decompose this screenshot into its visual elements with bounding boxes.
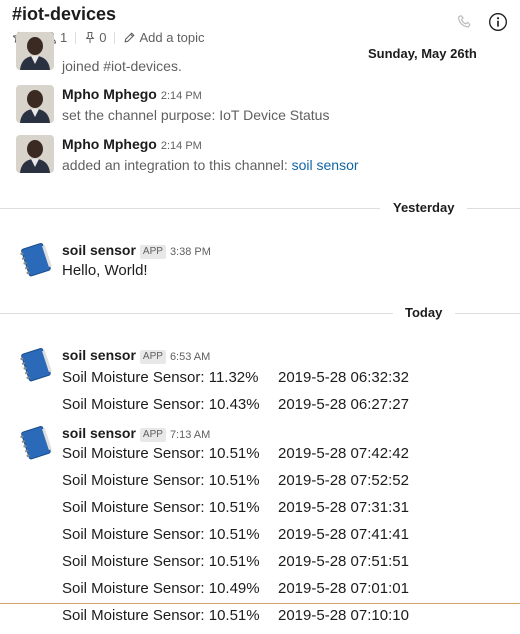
new-messages-line	[0, 603, 520, 604]
integration-link[interactable]: soil sensor	[292, 157, 359, 173]
date-label: Yesterday	[393, 200, 455, 215]
app-badge: APP	[139, 350, 166, 364]
reading-line: Soil Moisture Sensor: 10.43% 2019-5-28 06…	[62, 396, 409, 413]
reading-line: Soil Moisture Sensor: 10.49% 2019-5-28 07…	[62, 580, 409, 597]
reading-timestamp: 2019-5-28 06:32:32	[278, 369, 409, 386]
reading-line: Soil Moisture Sensor: 10.51% 2019-5-28 07…	[62, 607, 409, 624]
reading-line: Soil Moisture Sensor: 10.51% 2019-5-28 07…	[62, 445, 409, 462]
reading-value: Soil Moisture Sensor: 10.51%	[62, 445, 260, 462]
header-actions	[456, 12, 508, 37]
message-text: Hello, World!	[62, 262, 148, 279]
reading-value: Soil Moisture Sensor: 10.43%	[62, 396, 260, 413]
message-author[interactable]: soil sensor APP 3:38 PM	[62, 242, 211, 259]
message-text: joined #iot-devices.	[62, 58, 182, 74]
reading-timestamp: 2019-5-28 07:51:51	[278, 553, 409, 570]
divider-line	[467, 208, 520, 209]
user-avatar[interactable]	[16, 32, 54, 70]
reading-timestamp: 2019-5-28 07:10:10	[278, 607, 409, 624]
reading-value: Soil Moisture Sensor: 11.32%	[62, 369, 259, 386]
notebook-app-icon[interactable]	[16, 424, 54, 462]
divider-line	[0, 313, 393, 314]
reading-value: Soil Moisture Sensor: 10.51%	[62, 472, 260, 489]
divider-line	[0, 208, 380, 209]
author-name[interactable]: soil sensor	[62, 347, 136, 363]
user-avatar[interactable]	[16, 85, 54, 123]
info-icon[interactable]	[488, 12, 508, 37]
reading-timestamp: 2019-5-28 07:01:01	[278, 580, 409, 597]
message-author[interactable]: soil sensor APP 7:13 AM	[62, 425, 210, 442]
message-author[interactable]: soil sensor APP 6:53 AM	[62, 347, 210, 364]
phone-icon[interactable]	[456, 13, 474, 36]
message-time[interactable]: 7:13 AM	[170, 429, 210, 441]
pin-icon[interactable]	[84, 31, 96, 44]
channel-title[interactable]: #iot-devices	[12, 4, 116, 25]
pencil-icon[interactable]	[123, 31, 136, 44]
date-label: Today	[405, 305, 443, 320]
divider-line	[455, 313, 520, 314]
add-topic-link[interactable]: Add a topic	[139, 30, 204, 45]
channel-header: #iot-devices 1 0 Add a topic	[0, 0, 520, 50]
reading-value: Soil Moisture Sensor: 10.51%	[62, 607, 260, 624]
date-divider-yesterday: Yesterday	[0, 198, 520, 218]
message-author[interactable]: Mpho Mphego 2:14 PM	[62, 136, 202, 152]
reading-line: Soil Moisture Sensor: 10.51% 2019-5-28 07…	[62, 526, 409, 543]
meta-separator	[114, 31, 116, 44]
reading-line: Soil Moisture Sensor: 10.51% 2019-5-28 07…	[62, 499, 409, 516]
reading-line: Soil Moisture Sensor: 11.32% 2019-5-28 06…	[62, 369, 409, 386]
message-author[interactable]: Mpho Mphego 2:14 PM	[62, 86, 202, 102]
reading-value: Soil Moisture Sensor: 10.51%	[62, 499, 260, 516]
message-time[interactable]: 3:38 PM	[170, 246, 211, 258]
notebook-app-icon[interactable]	[16, 241, 54, 279]
author-name[interactable]: soil sensor	[62, 242, 136, 258]
date-label: Sunday, May 26th	[368, 46, 477, 61]
reading-value: Soil Moisture Sensor: 10.49%	[62, 580, 260, 597]
reading-timestamp: 2019-5-28 06:27:27	[278, 396, 409, 413]
date-divider-today: Today	[0, 303, 520, 323]
meta-separator	[75, 31, 77, 44]
app-badge: APP	[139, 428, 166, 442]
app-badge: APP	[139, 245, 166, 259]
author-name[interactable]: soil sensor	[62, 425, 136, 441]
reading-value: Soil Moisture Sensor: 10.51%	[62, 526, 260, 543]
members-count[interactable]: 1	[60, 30, 67, 45]
message-text: added an integration to this channel: so…	[62, 157, 359, 173]
message-text-body: added an integration to this channel:	[62, 157, 292, 173]
message-text: set the channel purpose: IoT Device Stat…	[62, 107, 330, 123]
reading-timestamp: 2019-5-28 07:31:31	[278, 499, 409, 516]
pins-count[interactable]: 0	[99, 30, 106, 45]
notebook-app-icon[interactable]	[16, 346, 54, 384]
reading-line: Soil Moisture Sensor: 10.51% 2019-5-28 07…	[62, 472, 409, 489]
user-avatar[interactable]	[16, 135, 54, 173]
message-time[interactable]: 6:53 AM	[170, 351, 210, 363]
reading-timestamp: 2019-5-28 07:42:42	[278, 445, 409, 462]
author-name[interactable]: Mpho Mphego	[62, 86, 157, 102]
message-time[interactable]: 2:14 PM	[161, 140, 202, 152]
message-time[interactable]: 2:14 PM	[161, 90, 202, 102]
reading-timestamp: 2019-5-28 07:52:52	[278, 472, 409, 489]
reading-line: Soil Moisture Sensor: 10.51% 2019-5-28 07…	[62, 553, 409, 570]
reading-value: Soil Moisture Sensor: 10.51%	[62, 553, 260, 570]
reading-timestamp: 2019-5-28 07:41:41	[278, 526, 409, 543]
author-name[interactable]: Mpho Mphego	[62, 136, 157, 152]
